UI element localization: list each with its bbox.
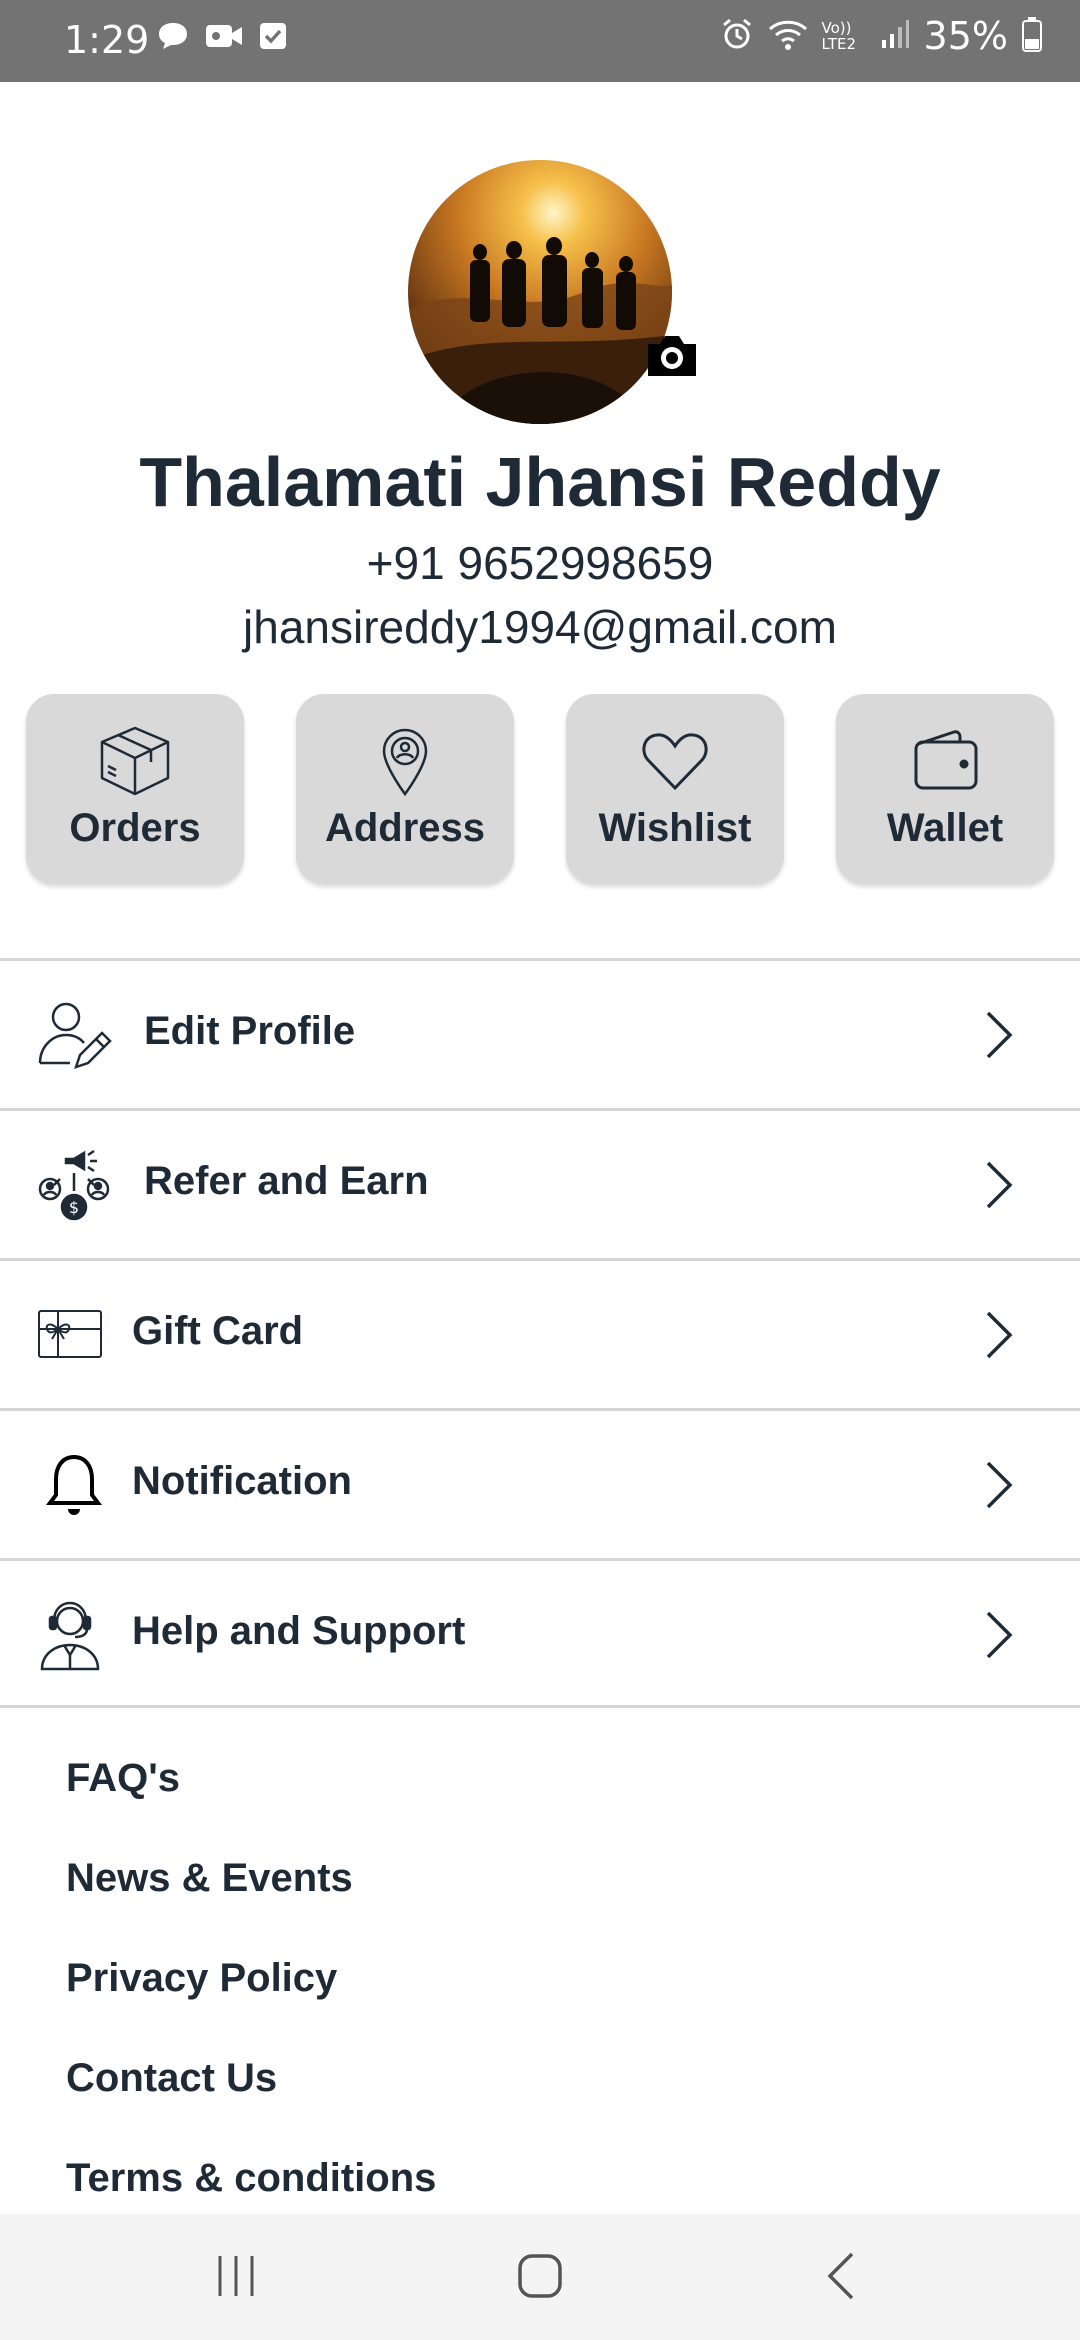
gift-card-icon [36, 1297, 104, 1373]
chevron-right-icon [982, 1007, 1018, 1063]
back-icon[interactable] [812, 2246, 872, 2306]
refer-icon: $ [36, 1147, 112, 1223]
camera-icon[interactable] [644, 332, 700, 378]
signal-icon [880, 18, 910, 55]
wallet-label: Wallet [886, 806, 1004, 850]
link-terms-conditions[interactable]: Terms & conditions [66, 2156, 436, 2201]
video-icon [204, 20, 244, 57]
alarm-icon [720, 17, 754, 56]
profile-menu: Edit Profile $ Refer and Earn Gift Card … [0, 958, 1080, 1708]
wishlist-tile[interactable]: Wishlist [566, 694, 784, 884]
avatar[interactable] [408, 160, 672, 424]
system-nav-bar [0, 2214, 1080, 2340]
chevron-right-icon [982, 1157, 1018, 1213]
menu-item-gift-card[interactable]: Gift Card [0, 1258, 1080, 1408]
box-icon [26, 724, 244, 798]
link-news-events[interactable]: News & Events [66, 1856, 353, 1901]
location-pin-icon [296, 724, 514, 798]
wallet-tile[interactable]: Wallet [836, 694, 1054, 884]
menu-item-edit-profile[interactable]: Edit Profile [0, 958, 1080, 1108]
heart-icon [566, 724, 784, 798]
quick-actions: Orders Address Wishlist Wallet [26, 694, 1054, 884]
chat-icon [156, 20, 190, 57]
address-label: Address [324, 806, 486, 850]
menu-label: Refer and Earn [144, 1159, 429, 1203]
orders-tile[interactable]: Orders [26, 694, 244, 884]
svg-text:$: $ [69, 1198, 79, 1217]
orders-label: Orders [69, 806, 201, 850]
status-time: 1:29 [64, 18, 150, 62]
menu-label: Notification [132, 1459, 352, 1503]
menu-label: Gift Card [132, 1309, 304, 1353]
battery-icon [1022, 16, 1042, 57]
edit-profile-icon [36, 997, 112, 1073]
chevron-right-icon [982, 1457, 1018, 1513]
menu-item-refer-and-earn[interactable]: $ Refer and Earn [0, 1108, 1080, 1258]
bell-icon [44, 1447, 104, 1523]
check-icon [258, 21, 288, 56]
link-contact-us[interactable]: Contact Us [66, 2056, 277, 2101]
menu-label: Help and Support [132, 1609, 466, 1653]
chevron-right-icon [982, 1307, 1018, 1363]
battery-percent: 35% [923, 14, 1008, 58]
wallet-icon [836, 724, 1054, 798]
menu-item-notification[interactable]: Notification [0, 1408, 1080, 1558]
profile-email: jhansireddy1994@gmail.com [243, 601, 837, 653]
wifi-icon [768, 17, 808, 56]
recents-icon[interactable] [206, 2246, 266, 2306]
link-faqs[interactable]: FAQ's [66, 1756, 180, 1801]
menu-item-help-and-support[interactable]: Help and Support [0, 1558, 1080, 1708]
profile-avatar-area [408, 160, 696, 424]
network-type-label: Vo)) LTE2 [821, 19, 857, 53]
support-agent-icon [36, 1597, 104, 1673]
address-tile[interactable]: Address [296, 694, 514, 884]
menu-label: Edit Profile [144, 1009, 356, 1053]
profile-name: Thalamati Jhansi Reddy [139, 443, 941, 521]
wishlist-label: Wishlist [598, 806, 752, 850]
home-icon[interactable] [510, 2246, 570, 2306]
chevron-right-icon [982, 1607, 1018, 1663]
profile-phone: +91 9652998659 [366, 537, 714, 589]
link-privacy-policy[interactable]: Privacy Policy [66, 1956, 337, 2001]
status-bar: 1:29 Vo)) LTE2 35% [0, 0, 1080, 82]
